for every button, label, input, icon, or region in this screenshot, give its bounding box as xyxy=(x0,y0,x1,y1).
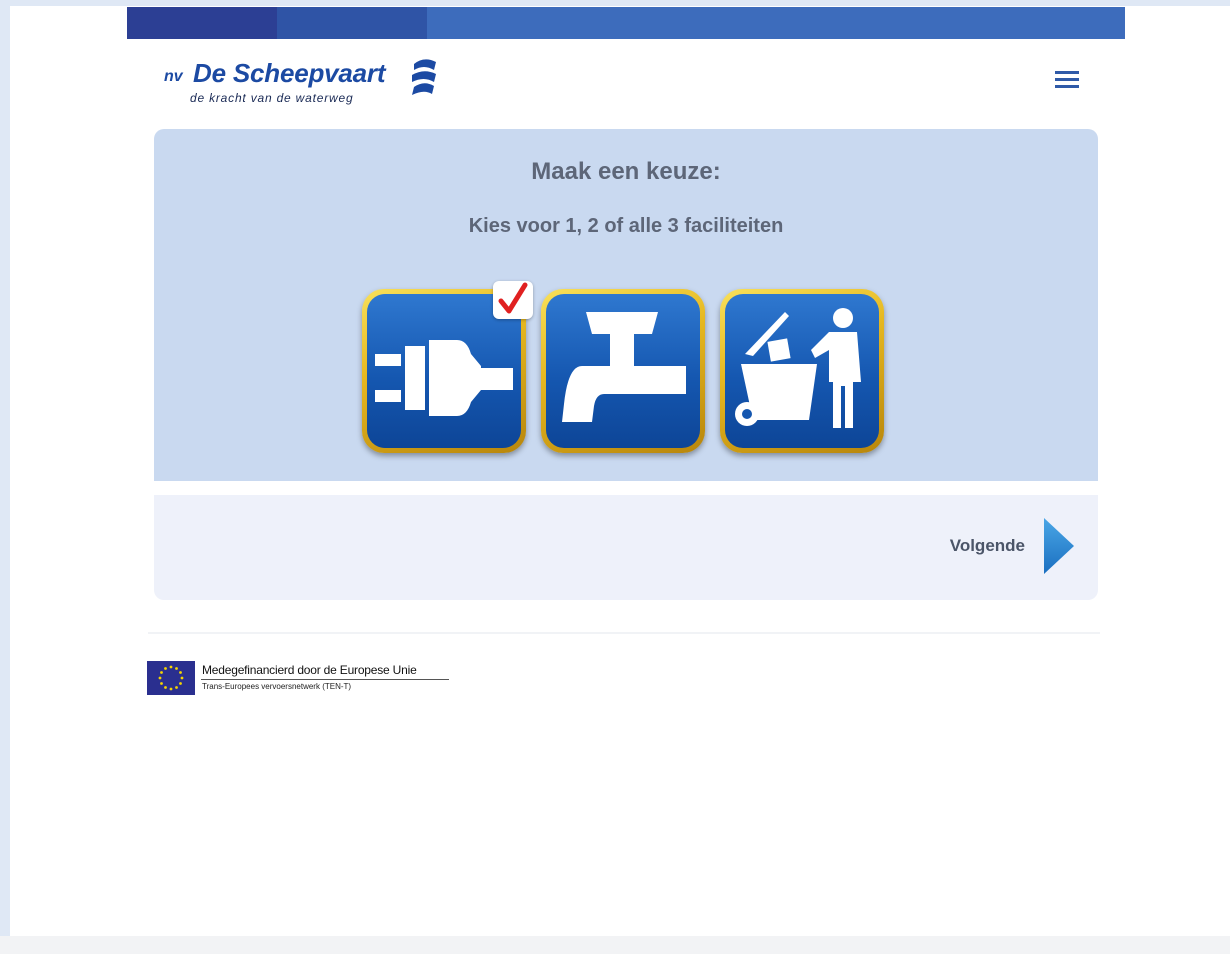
eu-underline xyxy=(201,679,449,680)
window-frame-left xyxy=(0,0,10,954)
facility-tile-water[interactable] xyxy=(541,289,705,453)
next-arrow-button[interactable] xyxy=(1040,516,1076,576)
hamburger-menu-icon[interactable] xyxy=(1052,66,1082,94)
logo-brand: De Scheepvaart xyxy=(193,58,386,88)
page-subtitle: Kies voor 1, 2 of alle 3 faciliteiten xyxy=(468,215,784,237)
logo-prefix: nv xyxy=(164,68,183,85)
selected-checkmark-icon xyxy=(493,281,533,319)
facility-tile-face xyxy=(725,294,879,448)
footer-divider xyxy=(148,632,1100,634)
logo-tagline: de kracht van de waterweg xyxy=(190,91,354,105)
top-bar-segment xyxy=(427,7,1125,39)
waste-bin-icon xyxy=(735,308,861,428)
water-tap-icon xyxy=(562,312,686,422)
next-label[interactable]: Volgende xyxy=(920,536,1025,556)
page-title: Maak een keuze: xyxy=(531,158,721,185)
top-bar-segment xyxy=(127,7,277,39)
window-frame-top xyxy=(0,0,1230,6)
window-frame-bottom xyxy=(0,936,1230,954)
wave-logo-icon xyxy=(412,59,436,95)
eu-flag-icon xyxy=(147,661,195,695)
facility-tile-waste[interactable] xyxy=(720,289,884,453)
eu-cofunding-subtitle: Trans-Europees vervoersnetwerk (TEN-T) xyxy=(202,682,352,691)
top-color-bar xyxy=(127,7,1125,39)
play-arrow-icon xyxy=(1044,518,1074,574)
site-logo[interactable]: nv De Scheepvaart de kracht van de water… xyxy=(164,58,454,110)
facility-tile-face xyxy=(546,294,700,448)
eu-cofunding-title: Medegefinancierd door de Europese Unie xyxy=(202,663,417,677)
top-bar-segment xyxy=(277,7,427,39)
